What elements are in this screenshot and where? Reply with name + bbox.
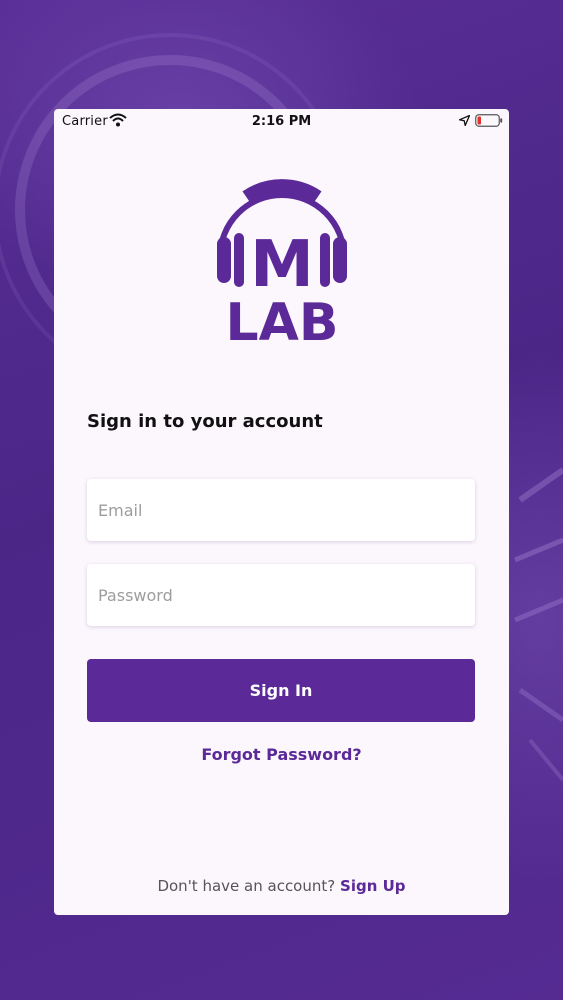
email-field[interactable] [87,479,475,541]
location-arrow-icon [458,114,471,130]
status-bar: Carrier 2:16 PM [54,109,509,135]
forgot-password-link[interactable]: Forgot Password? [54,745,509,764]
password-field[interactable] [87,564,475,626]
sign-in-card: Carrier 2:16 PM M LAB Sign in to your ac… [54,109,509,915]
email-input[interactable] [87,479,458,541]
sign-up-link[interactable]: Sign Up [340,877,406,895]
sign-in-button[interactable]: Sign In [87,659,475,722]
page-title: Sign in to your account [87,411,323,432]
sign-up-prompt: Don't have an account? [157,877,336,895]
password-input[interactable] [87,564,458,626]
logo-lab-text: LAB [225,293,338,345]
status-time: 2:16 PM [251,114,312,129]
sign-up-row: Don't have an account? Sign Up [54,877,509,895]
battery-low-icon [475,114,503,131]
logo-letter-m: M [250,228,314,302]
mlab-logo: M LAB [214,169,350,353]
